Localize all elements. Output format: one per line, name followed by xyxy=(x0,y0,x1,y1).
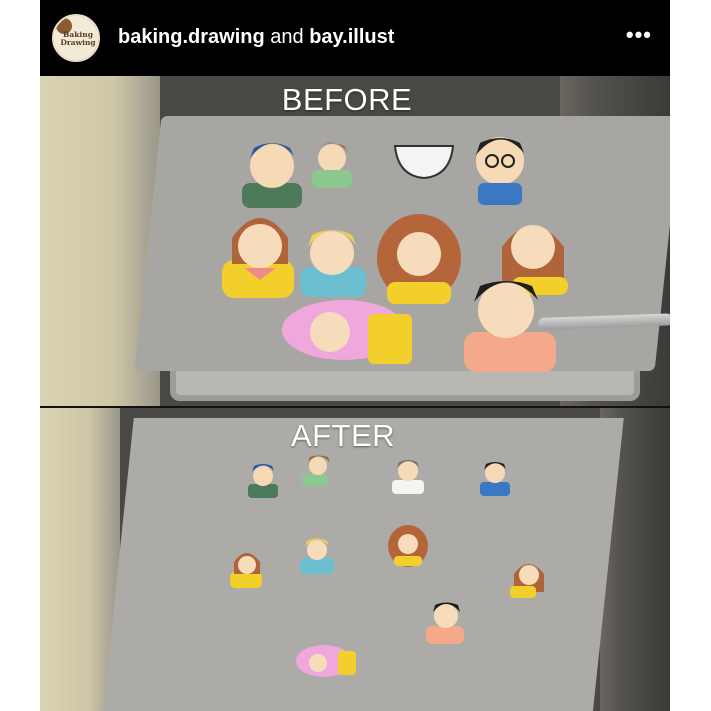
charm-boy-blue-hair xyxy=(242,143,302,208)
charm-boy-brown-hair xyxy=(302,455,330,486)
avatar-logo-text: Baking Drawing xyxy=(60,30,96,47)
before-photo: BEFORE xyxy=(40,76,670,406)
charm-girl-pink-hair xyxy=(296,645,356,677)
username-secondary[interactable]: bay.illust xyxy=(309,26,394,48)
charm-boy-blonde xyxy=(300,538,334,574)
charm-white-cup xyxy=(393,145,455,180)
username-conjunction: and xyxy=(270,26,304,48)
charm-boy-glasses xyxy=(480,462,510,496)
post-usernames: baking.drawing and bay.illust xyxy=(118,26,394,49)
charm-boy-black-hair xyxy=(426,602,464,644)
charm-girl-orange-hair xyxy=(510,564,544,598)
charm-boy-blonde xyxy=(300,230,366,297)
shrink-plastic-charms-large xyxy=(222,137,568,372)
more-horizontal-icon[interactable]: ••• xyxy=(626,22,652,48)
post-header: Baking Drawing baking.drawing and bay.il… xyxy=(40,0,670,76)
charm-girl-small xyxy=(312,142,352,188)
charm-woman-pink-scarf xyxy=(222,218,294,298)
charm-woman-pink-scarf xyxy=(230,553,262,588)
before-label: BEFORE xyxy=(281,82,413,117)
charm-man-grey-hair xyxy=(392,460,424,494)
charm-woman-curly-hair xyxy=(388,525,428,567)
charm-boy-blue-hair xyxy=(248,464,278,498)
charm-girl-pink-hair xyxy=(282,300,412,364)
post-frame: Baking Drawing baking.drawing and bay.il… xyxy=(40,0,670,711)
after-label: AFTER xyxy=(290,418,396,453)
username-primary[interactable]: baking.drawing xyxy=(118,26,265,48)
charm-woman-curly-hair xyxy=(377,214,461,304)
charm-boy-glasses xyxy=(476,137,524,205)
after-photo: AFTER xyxy=(40,408,670,711)
avatar[interactable]: Baking Drawing xyxy=(52,14,100,62)
